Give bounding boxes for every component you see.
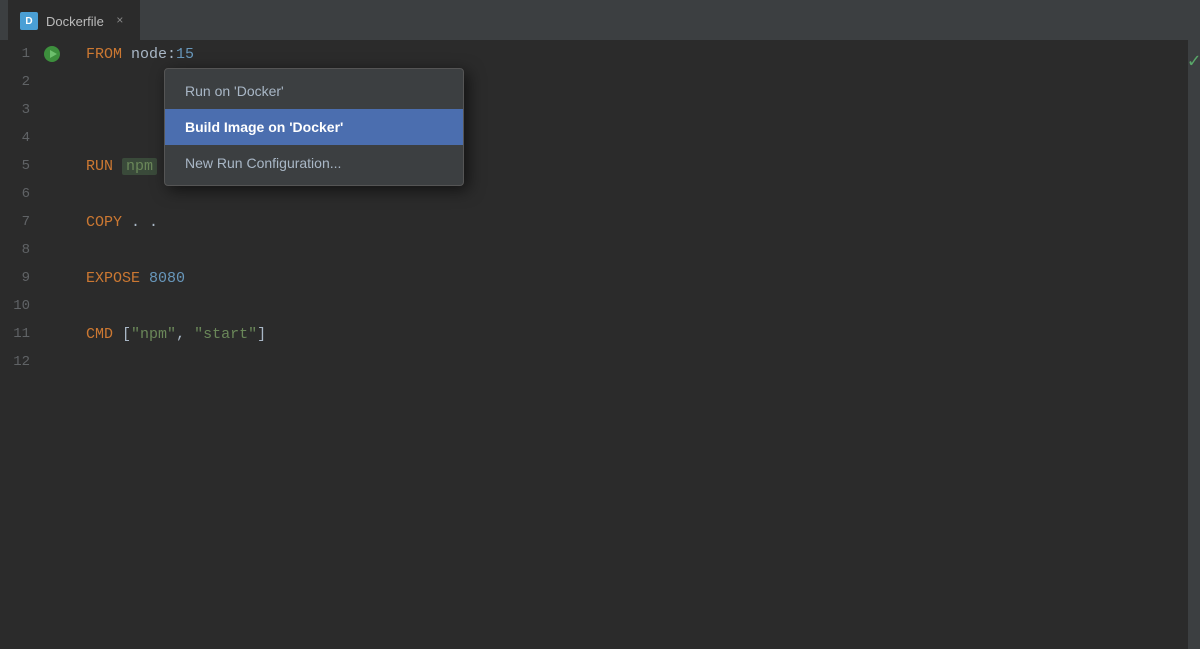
line-number-3: 3	[0, 102, 40, 118]
code-num: 15	[176, 46, 194, 63]
gutter-line-3: 3	[0, 96, 82, 124]
gutter-line-8: 8	[0, 236, 82, 264]
code-comma: ,	[176, 326, 194, 343]
code-line-9: EXPOSE 8080	[82, 264, 1188, 292]
menu-item-run-docker[interactable]: Run on 'Docker'	[165, 73, 463, 109]
code-bracket-open: [	[122, 326, 131, 343]
tab-label: Dockerfile	[46, 14, 104, 29]
code-node: node:	[131, 46, 176, 63]
line-number-1: 1	[0, 46, 40, 62]
code-line-10	[82, 292, 1188, 320]
code-line-1: FROM node:15	[82, 40, 1188, 68]
scrollbar-right[interactable]: ✓	[1188, 40, 1200, 649]
line-number-12: 12	[0, 354, 40, 370]
keyword-run: RUN	[86, 158, 113, 175]
code-line-7: COPY . .	[82, 208, 1188, 236]
gutter-line-1: 1	[0, 40, 82, 68]
line-number-7: 7	[0, 214, 40, 230]
code-str-npm: "npm"	[131, 326, 176, 343]
gutter-line-7: 7	[0, 208, 82, 236]
editor-container: 1 2 3 4 5 6 7 8	[0, 40, 1200, 649]
code-dot1: . .	[131, 214, 158, 231]
code-line-8	[82, 236, 1188, 264]
keyword-expose: EXPOSE	[86, 270, 140, 287]
menu-item-build-image[interactable]: Build Image on 'Docker'	[165, 109, 463, 145]
code-npm: npm	[122, 158, 157, 175]
code-line-11: CMD ["npm", "start"]	[82, 320, 1188, 348]
line-number-6: 6	[0, 186, 40, 202]
code-line-12	[82, 348, 1188, 376]
gutter-line-11: 11	[0, 320, 82, 348]
line-number-4: 4	[0, 130, 40, 146]
code-port: 8080	[149, 270, 185, 287]
menu-item-new-run-config[interactable]: New Run Configuration...	[165, 145, 463, 181]
keyword-from: FROM	[86, 46, 122, 63]
run-gutter-icon-1[interactable]	[40, 46, 64, 62]
keyword-cmd: CMD	[86, 326, 113, 343]
gutter-line-6: 6	[0, 180, 82, 208]
check-mark-icon: ✓	[1188, 48, 1200, 74]
run-icon[interactable]	[44, 46, 60, 62]
line-number-9: 9	[0, 270, 40, 286]
code-str-start: "start"	[194, 326, 257, 343]
line-number-5: 5	[0, 158, 40, 174]
gutter: 1 2 3 4 5 6 7 8	[0, 40, 82, 649]
dockerfile-icon: D	[20, 12, 38, 30]
code-bracket-close: ]	[257, 326, 266, 343]
file-tab[interactable]: D Dockerfile ×	[8, 0, 140, 40]
line-number-10: 10	[0, 298, 40, 314]
line-number-2: 2	[0, 74, 40, 90]
tab-close-button[interactable]: ×	[112, 13, 128, 29]
line-number-11: 11	[0, 326, 40, 342]
gutter-line-4: 4	[0, 124, 82, 152]
gutter-line-10: 10	[0, 292, 82, 320]
line-number-8: 8	[0, 242, 40, 258]
keyword-copy: COPY	[86, 214, 122, 231]
gutter-line-9: 9	[0, 264, 82, 292]
code-area[interactable]: FROM node:15 RUN npm install COPY . . EX…	[82, 40, 1188, 649]
gutter-line-2: 2	[0, 68, 82, 96]
gutter-line-5: 5	[0, 152, 82, 180]
gutter-line-12: 12	[0, 348, 82, 376]
context-dropdown-menu[interactable]: Run on 'Docker' Build Image on 'Docker' …	[164, 68, 464, 186]
title-bar: D Dockerfile ×	[0, 0, 1200, 40]
